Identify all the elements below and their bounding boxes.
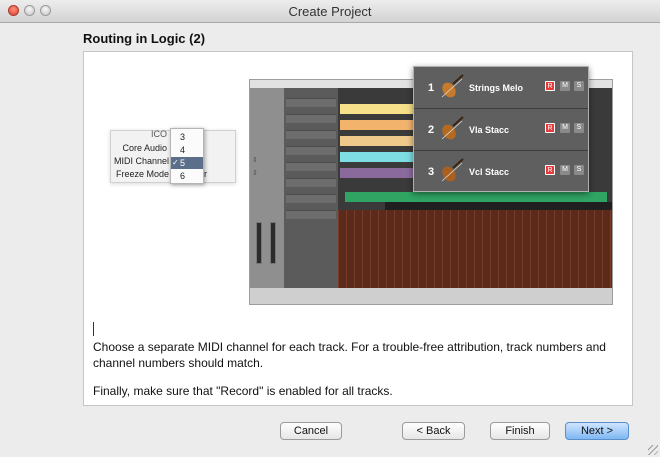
popup-arrows-icon: ⇕ — [252, 157, 258, 164]
track-name: Strings Melo — [469, 83, 524, 93]
menu-item-label: 5 — [180, 158, 186, 168]
cello-icon — [441, 158, 464, 182]
content-panel: 1 Strings Melo R M S 2 Vla Stacc R M S 3… — [83, 51, 633, 406]
solo-button[interactable]: S — [574, 165, 584, 175]
menu-item-channel-6[interactable]: 6 — [171, 170, 203, 182]
record-enable-button[interactable]: R — [545, 165, 555, 175]
record-enable-button[interactable]: R — [545, 123, 555, 133]
menu-item-channel-5[interactable]: ✓ 5 — [171, 157, 203, 169]
track-header — [286, 162, 336, 171]
track-header — [286, 98, 336, 107]
track-header — [286, 130, 336, 139]
core-audio-label: Core Audio — [122, 143, 167, 153]
finish-button[interactable]: Finish — [490, 422, 550, 440]
track-header — [286, 178, 336, 187]
solo-button[interactable]: S — [574, 81, 584, 91]
viola-icon — [441, 116, 464, 140]
resize-grip-icon[interactable] — [648, 445, 658, 455]
title-bar: Create Project — [0, 0, 660, 23]
page-heading: Routing in Logic (2) — [83, 31, 206, 46]
track-name: Vla Stacc — [469, 125, 510, 135]
checkmark-icon: ✓ — [172, 158, 179, 167]
next-button[interactable]: Next > — [565, 422, 629, 440]
track-header — [286, 114, 336, 123]
menu-item-channel-3[interactable]: 3 — [171, 131, 203, 143]
popup-arrows-icon: ⇕ — [252, 170, 258, 177]
fader-icon — [270, 222, 276, 264]
logic-grid — [338, 210, 612, 288]
fader-icon — [256, 222, 262, 264]
cancel-button[interactable]: Cancel — [280, 422, 342, 440]
mute-button[interactable]: M — [560, 165, 570, 175]
logic-control-bar — [250, 288, 612, 304]
mute-button[interactable]: M — [560, 81, 570, 91]
zoom-track-row: 1 Strings Melo R M S — [414, 67, 588, 109]
record-enable-button[interactable]: R — [545, 81, 555, 91]
zoom-track-row: 3 Vcl Stacc R M S — [414, 151, 588, 191]
back-button[interactable]: < Back — [402, 422, 465, 440]
midi-channel-menu[interactable]: 3 4 ✓ 5 6 — [170, 128, 204, 184]
track-number: 3 — [428, 166, 435, 178]
track-header — [286, 210, 336, 219]
track-header — [286, 194, 336, 203]
track-zoom-callout: 1 Strings Melo R M S 2 Vla Stacc R M S 3… — [413, 66, 589, 192]
solo-button[interactable]: S — [574, 123, 584, 133]
freeze-mode-value: r — [204, 169, 207, 179]
freeze-mode-label: Freeze Mode — [115, 169, 169, 179]
mute-button[interactable]: M — [560, 123, 570, 133]
track-number: 2 — [428, 124, 435, 136]
zoom-track-row: 2 Vla Stacc R M S — [414, 109, 588, 151]
io-label: ICO — [150, 129, 167, 139]
instruction-paragraph: Choose a separate MIDI channel for each … — [93, 340, 606, 370]
text-cursor — [93, 322, 94, 336]
violin-icon — [441, 74, 464, 98]
track-name: Vcl Stacc — [469, 167, 510, 177]
midi-channel-label: MIDI Channel — [113, 156, 169, 166]
track-number: 1 — [428, 82, 435, 94]
logic-inspector — [250, 88, 284, 288]
window-title: Create Project — [288, 4, 372, 19]
record-note-paragraph: Finally, make sure that "Record" is enab… — [93, 384, 393, 398]
track-header — [286, 146, 336, 155]
region — [345, 192, 607, 202]
menu-item-channel-4[interactable]: 4 — [171, 144, 203, 156]
